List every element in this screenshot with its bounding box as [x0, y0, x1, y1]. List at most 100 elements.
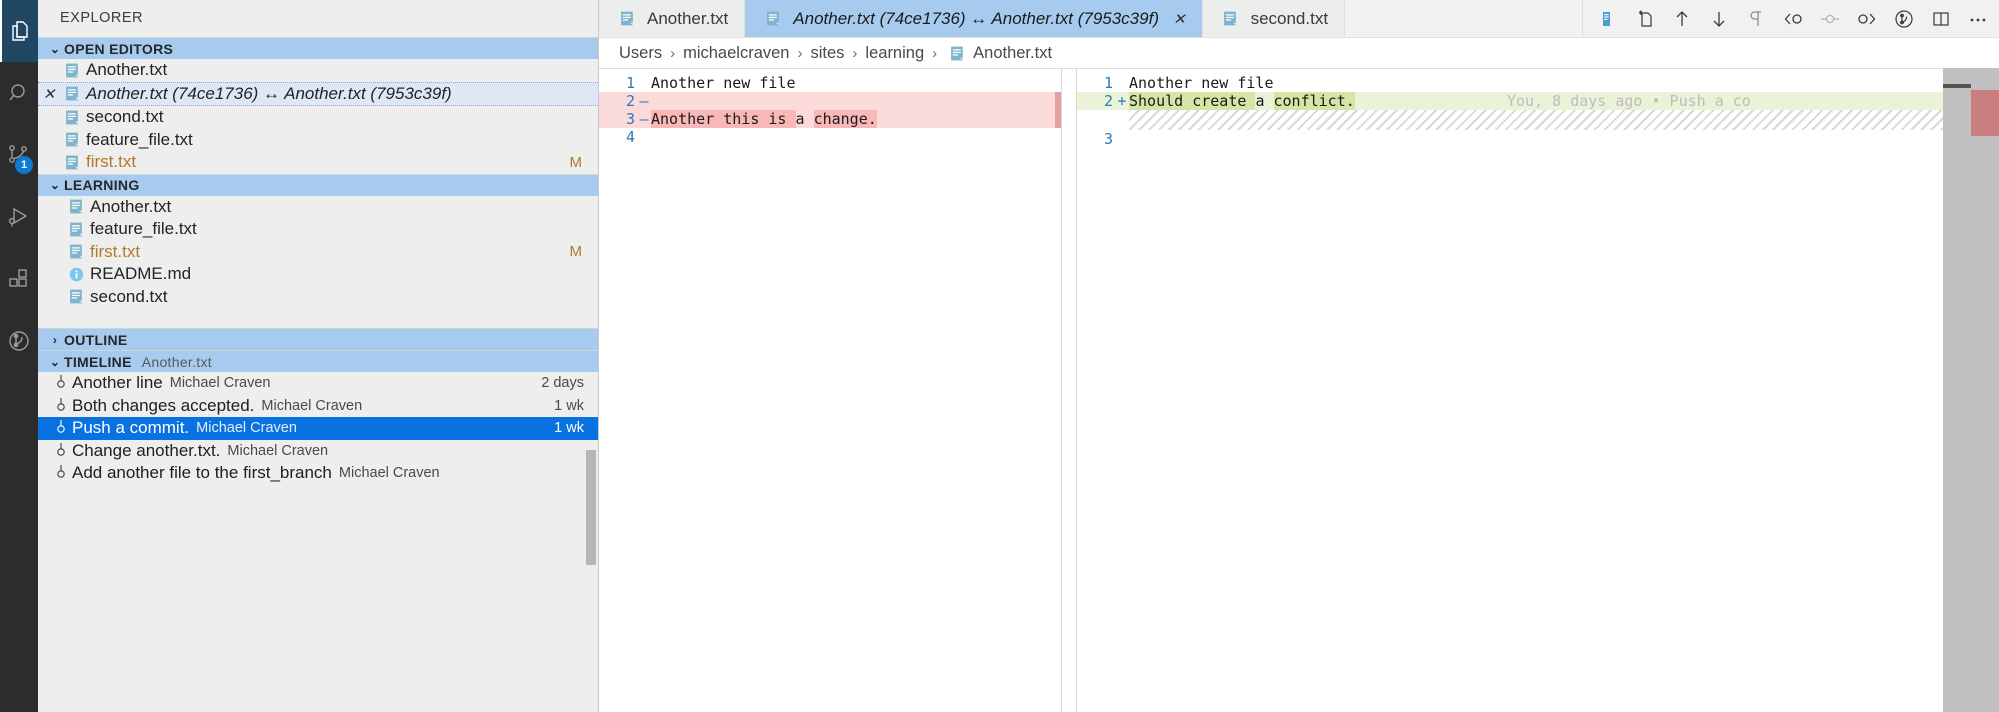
chevron-down-icon: ⌄ — [49, 41, 61, 56]
file-tree-label: feature_file.txt — [90, 219, 197, 239]
open-editor-row[interactable]: Another.txt — [38, 59, 598, 82]
previous-change-icon[interactable] — [1671, 8, 1693, 30]
code-line-deleted: 3 — Another this is a change. — [599, 110, 1061, 128]
activity-bar-item-timeline[interactable] — [0, 310, 38, 372]
breadcrumb-item-3[interactable]: learning — [865, 44, 924, 63]
open-editor-row-active[interactable]: ✕ Another.txt (74ce1736) ↔ Another.txt (… — [38, 81, 598, 106]
toggle-blame-icon[interactable] — [1893, 8, 1915, 30]
commit-dot-icon[interactable] — [1819, 8, 1841, 30]
timeline-item[interactable]: Another line Michael Craven 2 days — [38, 372, 598, 395]
file-tree-row[interactable]: feature_file.txt — [38, 218, 598, 241]
open-editor-row[interactable]: first.txt M — [38, 151, 598, 174]
run-debug-icon — [7, 205, 31, 229]
split-editor-icon[interactable] — [1930, 8, 1952, 30]
ignore-whitespace-icon[interactable] — [1745, 8, 1767, 30]
code-line: 4 — [599, 128, 1061, 146]
commit-dot-icon — [50, 373, 72, 393]
chevron-right-icon: › — [670, 44, 676, 62]
file-tree-row[interactable]: second.txt — [38, 286, 598, 309]
code-text-changed: Another this is — [651, 110, 796, 128]
timeline-time: 1 wk — [554, 397, 584, 414]
commit-dot-icon — [50, 463, 72, 483]
section-header-timeline[interactable]: ⌄ TIMELINE Another.txt — [38, 350, 598, 372]
activity-bar-item-explorer[interactable] — [0, 0, 38, 62]
breadcrumb-item-1[interactable]: michaelcraven — [683, 44, 789, 63]
line-number: 2 — [625, 92, 635, 110]
file-tree-row[interactable]: first.txt M — [38, 241, 598, 264]
editor-area: Another.txt Another.txt (74ce1736) ↔ Ano… — [599, 0, 1999, 712]
section-header-learning[interactable]: ⌄ LEARNING — [38, 173, 598, 196]
overview-ruler[interactable] — [1971, 68, 1999, 712]
activity-bar-item-search[interactable] — [0, 62, 38, 124]
timeline-item-selected[interactable]: Push a commit. Michael Craven 1 wk — [38, 417, 598, 440]
section-title-open-editors: OPEN EDITORS — [64, 40, 174, 57]
modified-indicator: M — [569, 153, 583, 171]
breadcrumb-file[interactable]: Another.txt — [973, 44, 1052, 63]
timeline-item[interactable]: Add another file to the first_branch Mic… — [38, 462, 598, 485]
chevron-down-icon: ⌄ — [49, 178, 61, 192]
timeline-message: Push a commit. — [72, 418, 190, 438]
breadcrumb: Users › michaelcraven › sites › learning… — [599, 38, 1999, 68]
section-header-open-editors[interactable]: ⌄ OPEN EDITORS — [38, 37, 598, 59]
tab-diff-another-txt[interactable]: Another.txt (74ce1736) ↔ Another.txt (79… — [745, 0, 1203, 37]
open-changes-icon[interactable] — [1597, 8, 1619, 30]
tab-label: second.txt — [1250, 8, 1329, 28]
activity-bar-item-source-control[interactable]: 1 — [0, 124, 38, 186]
line-number: 2 — [1103, 92, 1113, 110]
diff-pane-modified[interactable]: 1 Another new file 2 + Should create a c… — [1077, 68, 1999, 712]
code-line: 3 — [1077, 130, 1999, 148]
timeline-scrollbar[interactable] — [586, 450, 596, 565]
code-line-inserted: 2 + Should create a conflict. You, 8 day… — [1077, 92, 1999, 110]
section-title-outline: OUTLINE — [64, 331, 128, 348]
line-number: 1 — [1103, 74, 1113, 92]
timeline-author: Michael Craven — [227, 442, 329, 459]
go-to-previous-commit-icon[interactable] — [1782, 8, 1804, 30]
open-file-icon[interactable] — [1634, 8, 1656, 30]
activity-bar-item-run-and-debug[interactable] — [0, 186, 38, 248]
breadcrumb-item-0[interactable]: Users — [619, 44, 662, 63]
line-number: 3 — [625, 110, 635, 128]
editor-tabs-bar: Another.txt Another.txt (74ce1736) ↔ Ano… — [599, 0, 1999, 38]
minimap-slider[interactable] — [1943, 84, 1971, 88]
open-editor-label: Another.txt — [86, 60, 168, 80]
line-number: 4 — [625, 128, 635, 146]
editor-top-border — [599, 68, 1061, 69]
commit-dot-icon — [50, 441, 72, 461]
chevron-down-icon: ⌄ — [49, 354, 61, 369]
close-icon[interactable]: ✕ — [1173, 10, 1186, 28]
next-change-icon[interactable] — [1708, 8, 1730, 30]
diff-filler-region — [1129, 110, 1999, 130]
section-header-outline[interactable]: › OUTLINE — [38, 328, 598, 350]
minimap[interactable] — [1943, 68, 1971, 712]
close-icon[interactable]: ✕ — [38, 85, 60, 103]
diff-pane-original[interactable]: 1 Another new file 2 — 3 — Another this … — [599, 68, 1061, 712]
sidebar-title: EXPLORER — [38, 0, 598, 37]
code-text: a — [1255, 92, 1274, 110]
code-text: Another new file — [651, 74, 796, 92]
activity-bar-item-extensions[interactable] — [0, 248, 38, 310]
timeline-item[interactable]: Change another.txt. Michael Craven — [38, 440, 598, 463]
open-editor-row[interactable]: feature_file.txt — [38, 129, 598, 152]
more-actions-icon[interactable] — [1967, 8, 1989, 30]
file-tree-label: Another.txt — [90, 196, 172, 216]
file-tree-row[interactable]: Another.txt — [38, 196, 598, 219]
text-file-icon — [64, 288, 88, 305]
inline-blame-annotation: You, 8 days ago • Push a co — [1507, 92, 1751, 110]
timeline-item[interactable]: Both changes accepted. Michael Craven 1 … — [38, 395, 598, 418]
section-title-timeline: TIMELINE — [64, 353, 132, 370]
timeline-message: Another line — [72, 373, 163, 393]
code-line: 1 Another new file — [599, 74, 1061, 92]
go-to-next-commit-icon[interactable] — [1856, 8, 1878, 30]
chevron-right-icon: › — [52, 332, 58, 347]
code-text-changed: Should create — [1129, 92, 1256, 110]
diff-sign: — — [639, 110, 649, 128]
modified-indicator: M — [569, 243, 583, 261]
text-file-icon — [615, 10, 639, 27]
tab-another-txt[interactable]: Another.txt — [599, 0, 746, 37]
open-editor-row[interactable]: second.txt — [38, 106, 598, 129]
diff-sign: + — [1117, 92, 1127, 110]
breadcrumb-item-2[interactable]: sites — [810, 44, 844, 63]
tab-second-txt[interactable]: second.txt — [1202, 0, 1346, 37]
code-text-changed: change. — [813, 110, 877, 128]
file-tree-row[interactable]: README.md — [38, 263, 598, 286]
